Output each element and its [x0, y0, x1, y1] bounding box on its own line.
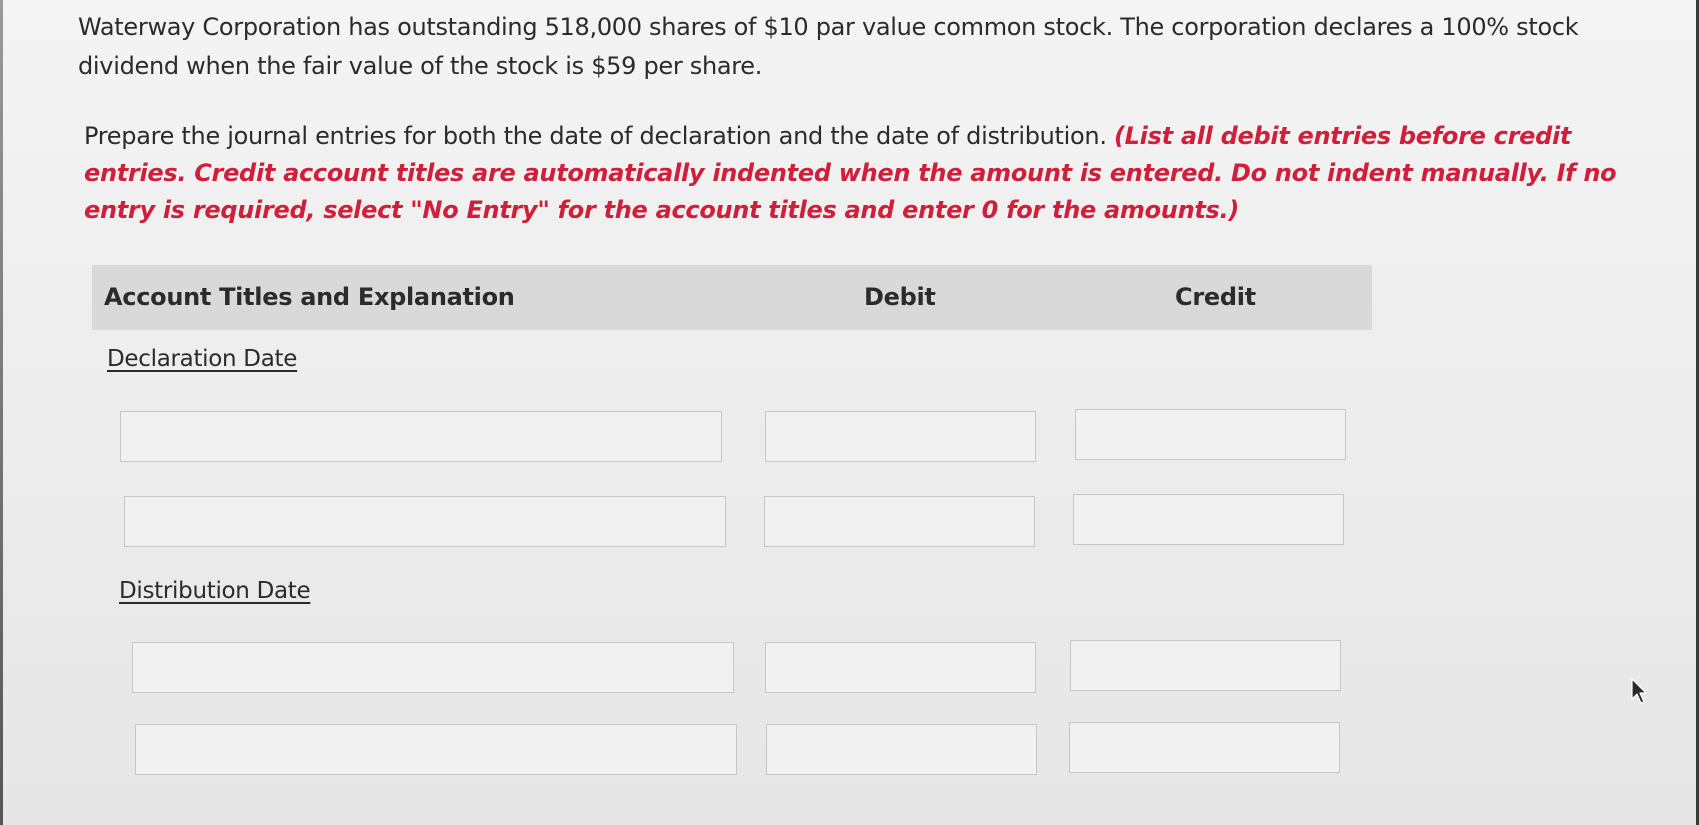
- distribution-row-1-credit-input[interactable]: [1070, 640, 1341, 691]
- distribution-row-2-debit-input[interactable]: [766, 724, 1037, 775]
- mouse-pointer-icon: [1631, 678, 1647, 704]
- declaration-row-1-credit-input[interactable]: [1075, 409, 1346, 460]
- declaration-row-2-debit-input[interactable]: [764, 496, 1035, 547]
- header-debit: Debit: [864, 283, 936, 311]
- declaration-row-1-account-input[interactable]: [120, 411, 722, 462]
- screen-left-edge: [0, 0, 3, 825]
- distribution-date-label[interactable]: Distribution Date: [119, 578, 311, 604]
- header-credit: Credit: [1175, 283, 1256, 311]
- declaration-row-2-account-input[interactable]: [124, 496, 726, 547]
- distribution-row-2-account-input[interactable]: [135, 724, 737, 775]
- distribution-row-2-credit-input[interactable]: [1069, 722, 1340, 773]
- declaration-date-label[interactable]: Declaration Date: [107, 346, 297, 372]
- header-account-titles: Account Titles and Explanation: [104, 283, 515, 311]
- distribution-row-1-debit-input[interactable]: [765, 642, 1036, 693]
- journal-table-header: Account Titles and Explanation Debit Cre…: [92, 265, 1372, 330]
- distribution-row-1-account-input[interactable]: [132, 642, 734, 693]
- problem-statement: Waterway Corporation has outstanding 518…: [78, 13, 1579, 80]
- instruction-text: Prepare the journal entries for both the…: [84, 122, 1107, 150]
- instructions: Prepare the journal entries for both the…: [84, 118, 1644, 229]
- declaration-row-1-debit-input[interactable]: [765, 411, 1036, 462]
- declaration-row-2-credit-input[interactable]: [1073, 494, 1344, 545]
